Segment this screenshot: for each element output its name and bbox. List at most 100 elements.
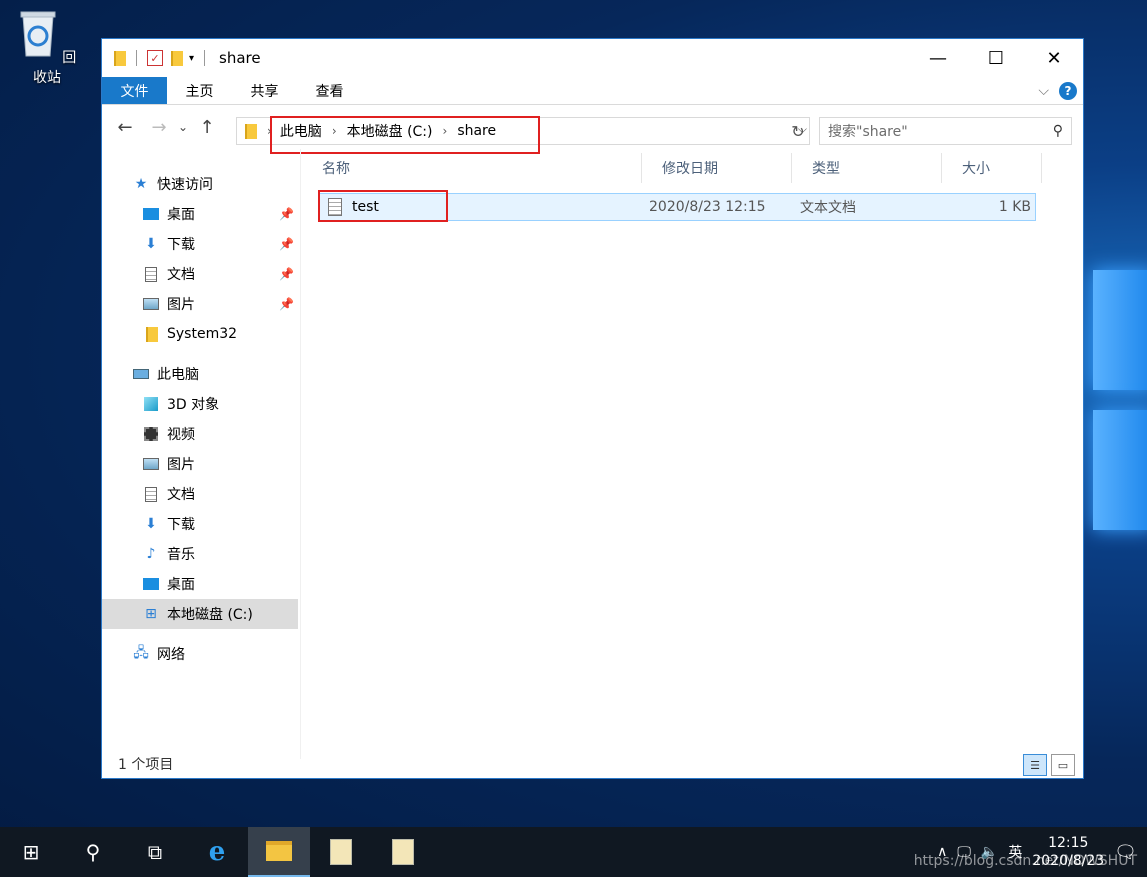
folder-icon bbox=[112, 50, 126, 66]
large-icons-view-icon[interactable]: ▭ bbox=[1051, 754, 1075, 776]
taskbar: ⊞ ⚲ ⧉ e ∧ 🖵 🔈 英 12:15 2020/8/23 🗨 https:… bbox=[0, 827, 1147, 877]
column-headers: 名称 修改日期 类型 大小 bbox=[302, 153, 1082, 183]
title-bar[interactable]: ✓ ▾ share — ☐ ✕ bbox=[102, 39, 1083, 77]
search-icon: ⚲ bbox=[1052, 123, 1063, 139]
sidebar-item-desktop-pc[interactable]: 桌面 bbox=[102, 569, 298, 599]
column-header-modified[interactable]: 修改日期 bbox=[642, 153, 792, 183]
navigation-pane: ★ 快速访问 桌面 📌 ⬇ 下载 📌 文档 📌 图片 📌 System32 此电… bbox=[102, 169, 298, 769]
sidebar-item-label: 音乐 bbox=[167, 547, 195, 563]
search-input[interactable]: 搜索"share" ⚲ bbox=[819, 117, 1072, 145]
sidebar-item-this-pc[interactable]: 此电脑 bbox=[102, 359, 298, 389]
recycle-bin[interactable]: 回收站 bbox=[14, 8, 80, 87]
document-icon bbox=[142, 486, 160, 502]
sidebar-item-label: 文档 bbox=[167, 267, 195, 283]
properties-icon[interactable]: ✓ bbox=[147, 50, 163, 66]
sidebar-item-label: 此电脑 bbox=[157, 367, 199, 383]
computer-icon bbox=[132, 366, 150, 382]
column-header-size[interactable]: 大小 bbox=[942, 153, 1042, 183]
tab-file[interactable]: 文件 bbox=[102, 77, 167, 104]
task-view-icon[interactable]: ⧉ bbox=[124, 827, 186, 877]
sidebar-item-label: 3D 对象 bbox=[167, 397, 220, 413]
sidebar-item-label: 文档 bbox=[167, 487, 195, 503]
column-header-type[interactable]: 类型 bbox=[792, 153, 942, 183]
recycle-bin-icon bbox=[20, 11, 56, 57]
sidebar-item-documents-pc[interactable]: 文档 bbox=[102, 479, 298, 509]
sidebar-item-label: 下载 bbox=[167, 517, 195, 533]
pin-icon[interactable]: 📌 bbox=[279, 237, 294, 251]
sidebar-item-label: 本地磁盘 (C:) bbox=[167, 607, 253, 623]
close-button[interactable]: ✕ bbox=[1025, 39, 1083, 77]
sidebar-item-pictures[interactable]: 图片 📌 bbox=[102, 289, 298, 319]
search-icon[interactable]: ⚲ bbox=[62, 827, 124, 877]
desktop-icon bbox=[142, 206, 160, 222]
sidebar-item-videos[interactable]: 视频 bbox=[102, 419, 298, 449]
folder-icon bbox=[243, 123, 257, 139]
expand-ribbon-icon[interactable]: ⌵ bbox=[1038, 83, 1049, 99]
network-icon: 🖧 bbox=[133, 645, 149, 661]
sidebar-item-label: 桌面 bbox=[167, 207, 195, 223]
sidebar-item-label: 下载 bbox=[167, 237, 195, 253]
item-count: 1 个项目 bbox=[118, 757, 174, 773]
sidebar-item-music[interactable]: ♪ 音乐 bbox=[102, 539, 298, 569]
recent-locations-button[interactable]: ⌄ bbox=[176, 120, 190, 134]
sidebar-item-local-disk[interactable]: ⊞ 本地磁盘 (C:) bbox=[102, 599, 298, 629]
new-folder-icon[interactable] bbox=[169, 50, 183, 66]
back-button[interactable]: ← bbox=[108, 117, 142, 138]
pane-divider[interactable] bbox=[300, 149, 301, 759]
file-size: 1 KB bbox=[998, 199, 1031, 215]
sidebar-item-pictures-pc[interactable]: 图片 bbox=[102, 449, 298, 479]
sidebar-item-downloads-pc[interactable]: ⬇ 下载 bbox=[102, 509, 298, 539]
sidebar-item-network[interactable]: 🖧 网络 bbox=[102, 639, 298, 669]
clock-time: 12:15 bbox=[1048, 835, 1089, 851]
pin-icon[interactable]: 📌 bbox=[279, 207, 294, 221]
notepad-icon[interactable] bbox=[372, 827, 434, 877]
download-icon: ⬇ bbox=[145, 236, 157, 252]
view-switcher: ☰ ▭ bbox=[1023, 754, 1075, 776]
explorer-window: ✓ ▾ share — ☐ ✕ 文件 主页 共享 查看 ⌵ ? ← → ⌄ ↑ … bbox=[101, 38, 1084, 779]
refresh-button[interactable]: ↻ bbox=[786, 117, 810, 145]
internet-explorer-icon[interactable]: e bbox=[186, 827, 248, 877]
pin-icon[interactable]: 📌 bbox=[279, 297, 294, 311]
sidebar-item-quick-access[interactable]: ★ 快速访问 bbox=[102, 169, 298, 199]
file-explorer-icon[interactable] bbox=[248, 827, 310, 877]
column-header-name[interactable]: 名称 bbox=[302, 153, 642, 183]
tab-home[interactable]: 主页 bbox=[167, 77, 232, 104]
forward-button[interactable]: → bbox=[142, 117, 176, 138]
sidebar-item-documents[interactable]: 文档 📌 bbox=[102, 259, 298, 289]
tab-share[interactable]: 共享 bbox=[232, 77, 297, 104]
customize-qa-icon[interactable]: ▾ bbox=[189, 53, 194, 64]
file-modified: 2020/8/23 12:15 bbox=[649, 199, 766, 215]
file-type: 文本文档 bbox=[800, 200, 856, 216]
picture-icon bbox=[142, 456, 160, 472]
sidebar-item-system32[interactable]: System32 bbox=[102, 319, 298, 349]
window-title: share bbox=[219, 49, 261, 67]
divider bbox=[204, 50, 206, 66]
up-button[interactable]: ↑ bbox=[190, 117, 224, 138]
search-placeholder: 搜索"share" bbox=[828, 124, 908, 140]
sidebar-item-label: 快速访问 bbox=[157, 177, 213, 193]
window-controls: — ☐ ✕ bbox=[909, 39, 1083, 77]
start-button[interactable]: ⊞ bbox=[0, 827, 62, 877]
sidebar-item-3d-objects[interactable]: 3D 对象 bbox=[102, 389, 298, 419]
desktop-icon bbox=[142, 576, 160, 592]
pin-icon[interactable]: 📌 bbox=[279, 267, 294, 281]
picture-icon bbox=[142, 296, 160, 312]
sidebar-item-downloads[interactable]: ⬇ 下载 📌 bbox=[102, 229, 298, 259]
sidebar-item-label: 图片 bbox=[167, 297, 195, 313]
sidebar-item-label: 桌面 bbox=[167, 577, 195, 593]
help-icon[interactable]: ? bbox=[1059, 81, 1077, 100]
highlight-box-address bbox=[270, 116, 540, 154]
drive-icon: ⊞ bbox=[145, 606, 157, 622]
status-bar: 1 个项目 ☰ ▭ bbox=[102, 750, 1083, 778]
details-view-icon[interactable]: ☰ bbox=[1023, 754, 1047, 776]
tab-view[interactable]: 查看 bbox=[297, 77, 362, 104]
sidebar-item-desktop[interactable]: 桌面 📌 bbox=[102, 199, 298, 229]
server-manager-icon[interactable] bbox=[310, 827, 372, 877]
music-icon: ♪ bbox=[146, 546, 156, 562]
ribbon-tabs: 文件 主页 共享 查看 ⌵ ? bbox=[102, 77, 1083, 105]
maximize-button[interactable]: ☐ bbox=[967, 39, 1025, 77]
system-tray: ∧ 🖵 🔈 英 12:15 2020/8/23 🗨 bbox=[937, 827, 1147, 877]
file-list: 名称 修改日期 类型 大小 test 2020/8/23 12:15 文本文档 … bbox=[302, 153, 1082, 222]
highlight-box-file bbox=[318, 190, 448, 222]
minimize-button[interactable]: — bbox=[909, 39, 967, 77]
